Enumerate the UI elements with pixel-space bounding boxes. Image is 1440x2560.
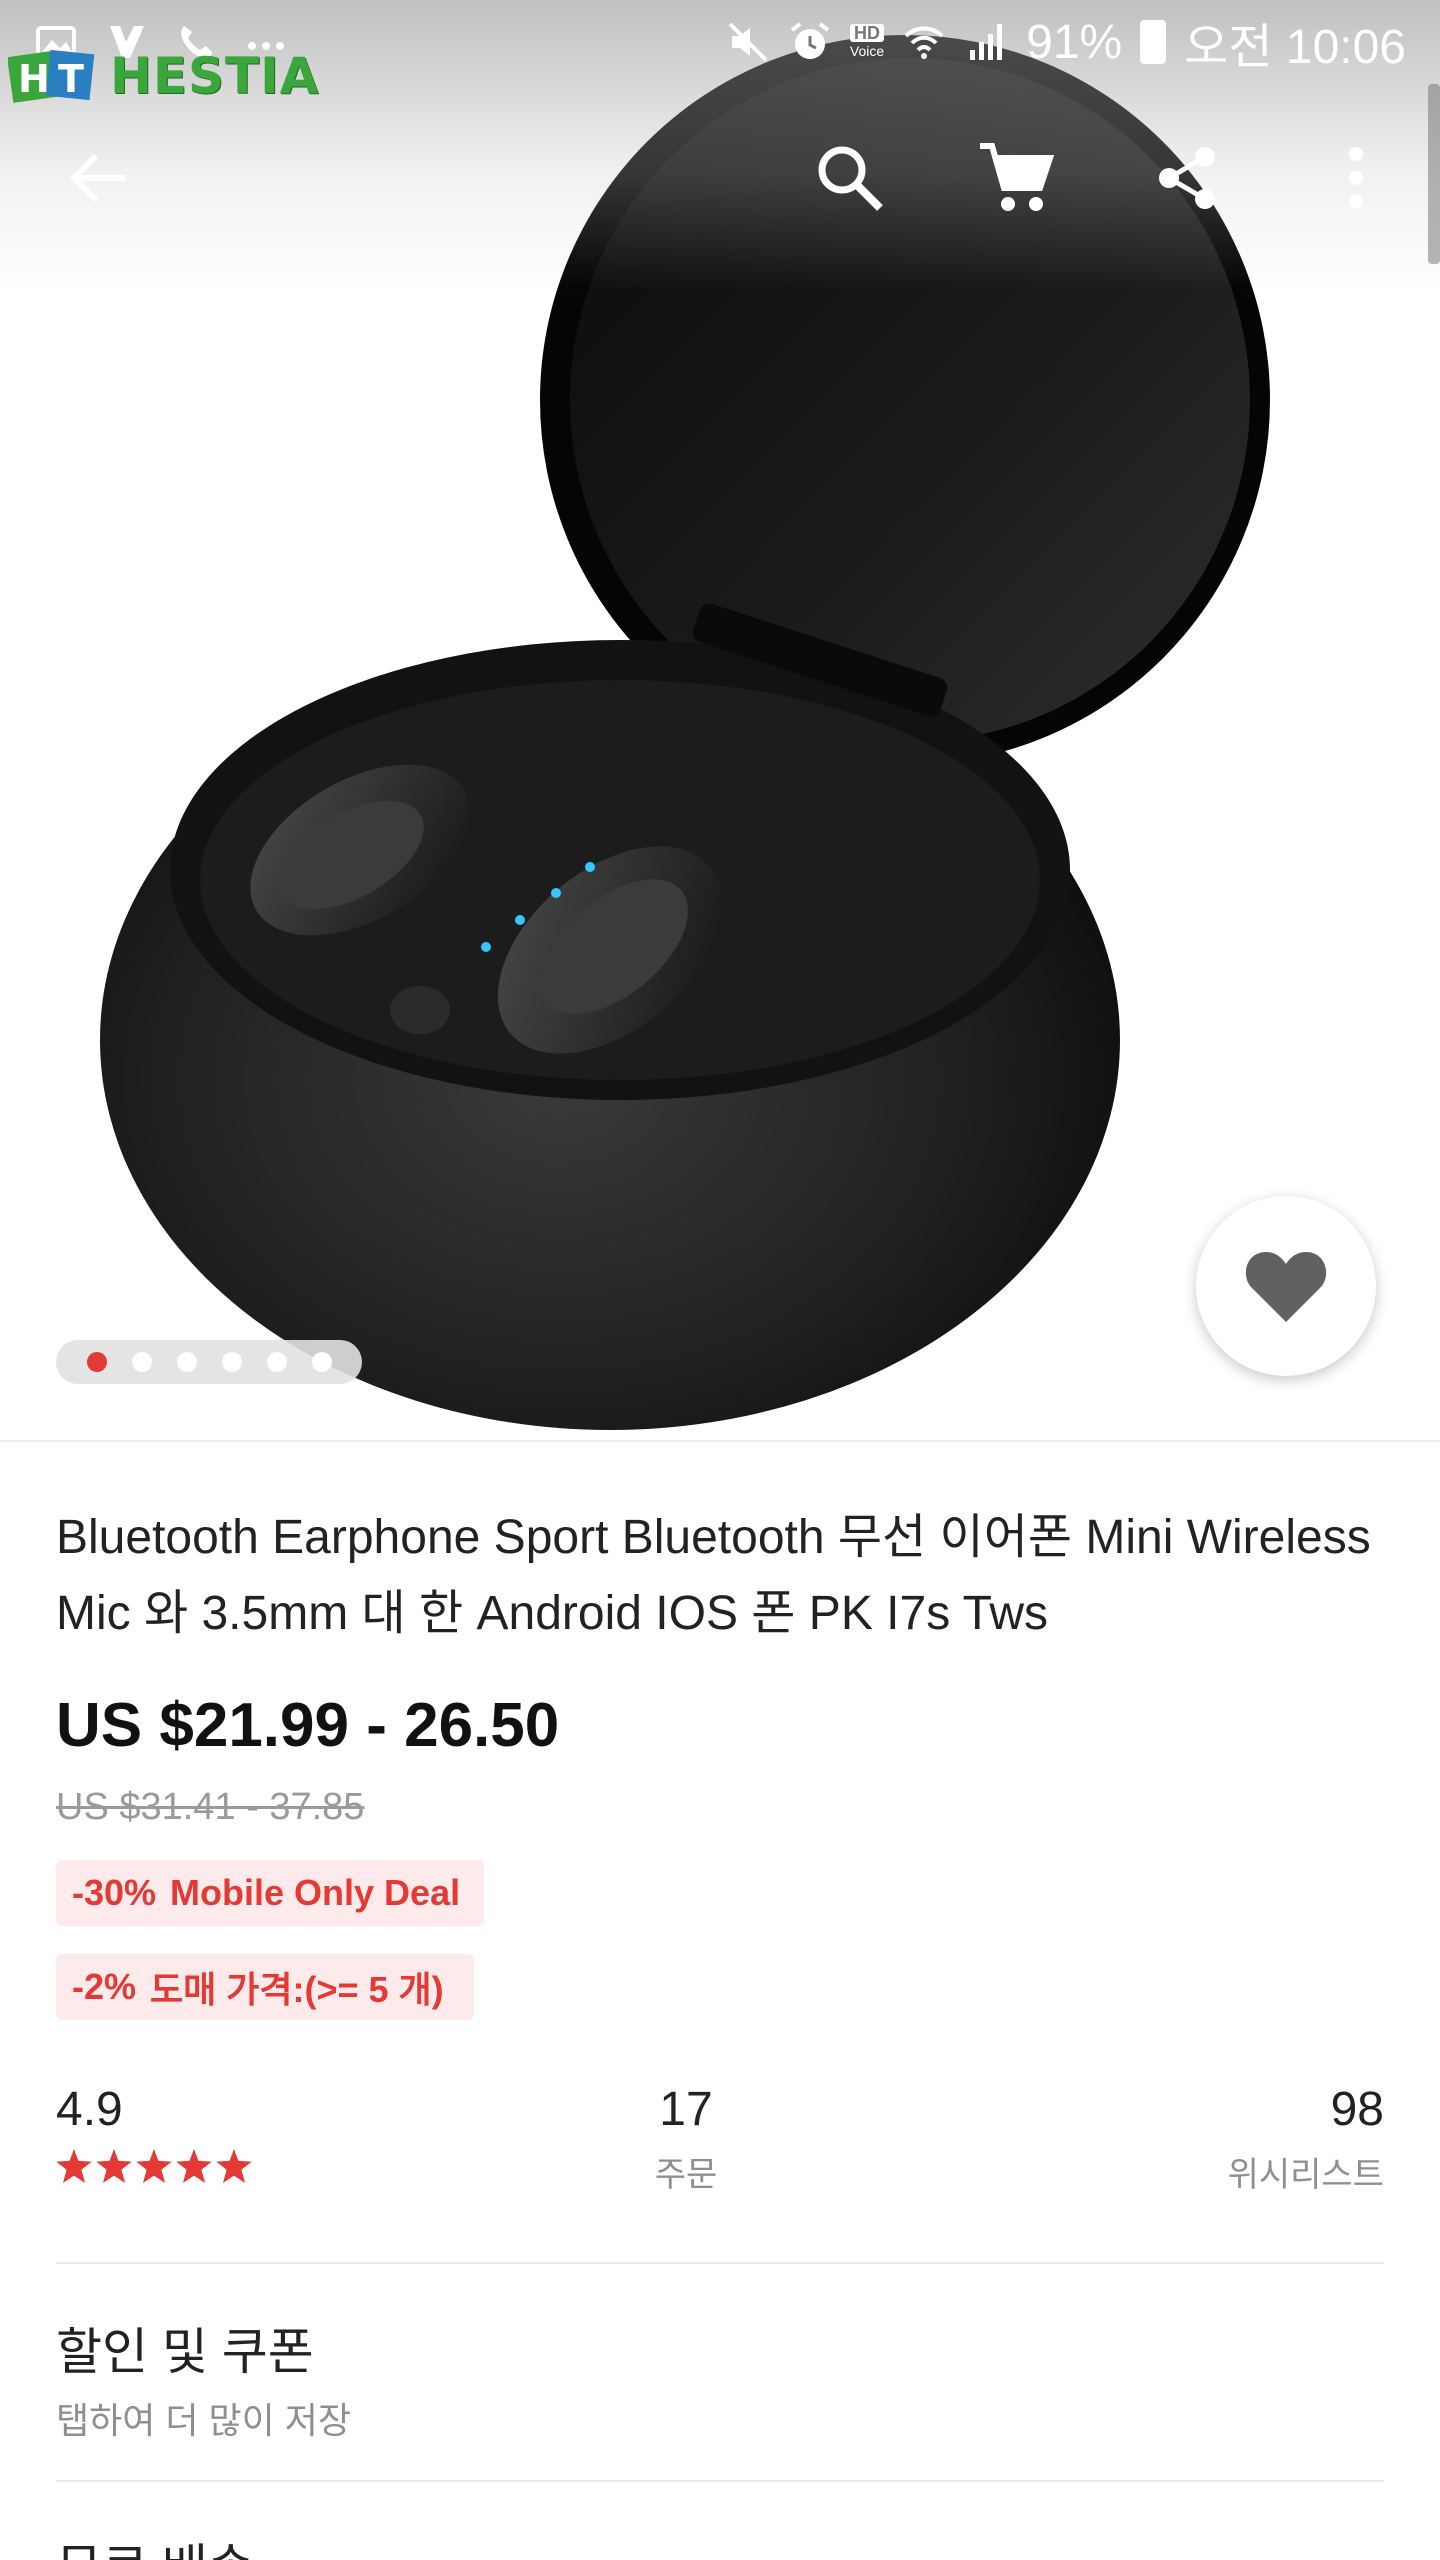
scrollbar[interactable] [1428, 84, 1440, 264]
image-pager-indicator [56, 1340, 362, 1384]
wishlist-button[interactable] [1196, 1196, 1376, 1376]
star-icon [96, 2149, 132, 2183]
pager-dot[interactable] [86, 1352, 107, 1372]
svg-text:H: H [18, 57, 50, 101]
wishlist-label: 위시리스트 [1227, 2156, 1384, 2194]
battery-icon [1140, 20, 1167, 64]
more-options-button[interactable] [1296, 118, 1416, 238]
pager-dot[interactable] [311, 1352, 332, 1372]
battery-percent: 91% [1026, 15, 1123, 69]
rating-stars [56, 2149, 252, 2183]
watermark-logo: H T [8, 49, 95, 103]
pager-dot[interactable] [131, 1352, 152, 1372]
pager-dot[interactable] [266, 1352, 287, 1372]
back-arrow-icon [69, 153, 125, 203]
coupon-section-subtitle[interactable]: 탭하여 더 많이 저장 [56, 2392, 351, 2444]
signal-icon [970, 24, 1003, 60]
star-icon [216, 2149, 252, 2183]
hd-voice-icon: HD Voice [849, 23, 885, 59]
rating-value: 4.9 [56, 2083, 123, 2136]
hestia-watermark: H T HESTIA [8, 46, 319, 106]
product-image-gallery[interactable]: HD Voice 91% 오전 10:06 H T HESTIA [0, 0, 1440, 1440]
orders-label: 주문 [654, 2156, 718, 2194]
wifi-icon [904, 26, 944, 59]
more-vert-icon [1349, 147, 1363, 209]
watermark-text: HESTIA [110, 47, 320, 105]
section-divider [56, 2480, 1384, 2482]
search-icon [818, 146, 883, 211]
star-icon [56, 2149, 92, 2183]
top-app-bar [0, 118, 1440, 248]
cart-button[interactable] [956, 118, 1076, 238]
coupon-section-title[interactable]: 할인 및 쿠폰 [56, 2312, 314, 2384]
tag-label: 도매 가격:(>= 5 개) [150, 1969, 444, 2010]
star-icon [136, 2149, 172, 2183]
tag-percent: -30% [72, 1872, 157, 1913]
pager-dot[interactable] [221, 1352, 242, 1372]
tag-percent: -2% [72, 1966, 137, 2007]
original-price: US $31.41 - 37.85 [56, 1786, 365, 1828]
rating-block[interactable]: 4.9 [56, 2082, 252, 2183]
section-divider [56, 2262, 1384, 2264]
svg-text:T: T [58, 57, 84, 101]
status-system-icons: HD Voice 91% 오전 10:06 [726, 7, 1406, 77]
heart-icon [1245, 1252, 1327, 1322]
back-button[interactable] [38, 118, 158, 238]
product-title: Bluetooth Earphone Sport Bluetooth 무선 이어… [56, 1511, 1371, 1640]
share-button[interactable] [1128, 118, 1248, 238]
wishlist-count: 98 [1330, 2083, 1384, 2136]
orders-block[interactable]: 17 주문 [596, 2082, 776, 2196]
gallery-divider [0, 1440, 1440, 1442]
star-icon [176, 2149, 212, 2183]
mute-icon [728, 22, 768, 62]
mobile-deal-tag: -30% Mobile Only Deal [56, 1860, 484, 1926]
shipping-section-title[interactable]: 무료 배송 [56, 2528, 254, 2560]
product-stats: 4.9 17 주문 98 위시리스트 [56, 2082, 1384, 2202]
orders-count: 17 [659, 2083, 713, 2136]
alarm-icon [790, 22, 830, 59]
tag-label: Mobile Only Deal [170, 1872, 461, 1913]
clock: 오전 10:06 [1184, 21, 1406, 74]
product-price: US $21.99 - 26.50 [56, 1691, 560, 1760]
wishlist-block[interactable]: 98 위시리스트 [1228, 2082, 1384, 2196]
pager-dot[interactable] [176, 1352, 197, 1372]
share-icon [1159, 147, 1215, 209]
search-button[interactable] [790, 118, 910, 238]
cart-icon [980, 143, 1054, 211]
wholesale-price-tag: -2% 도매 가격:(>= 5 개) [56, 1954, 474, 2020]
